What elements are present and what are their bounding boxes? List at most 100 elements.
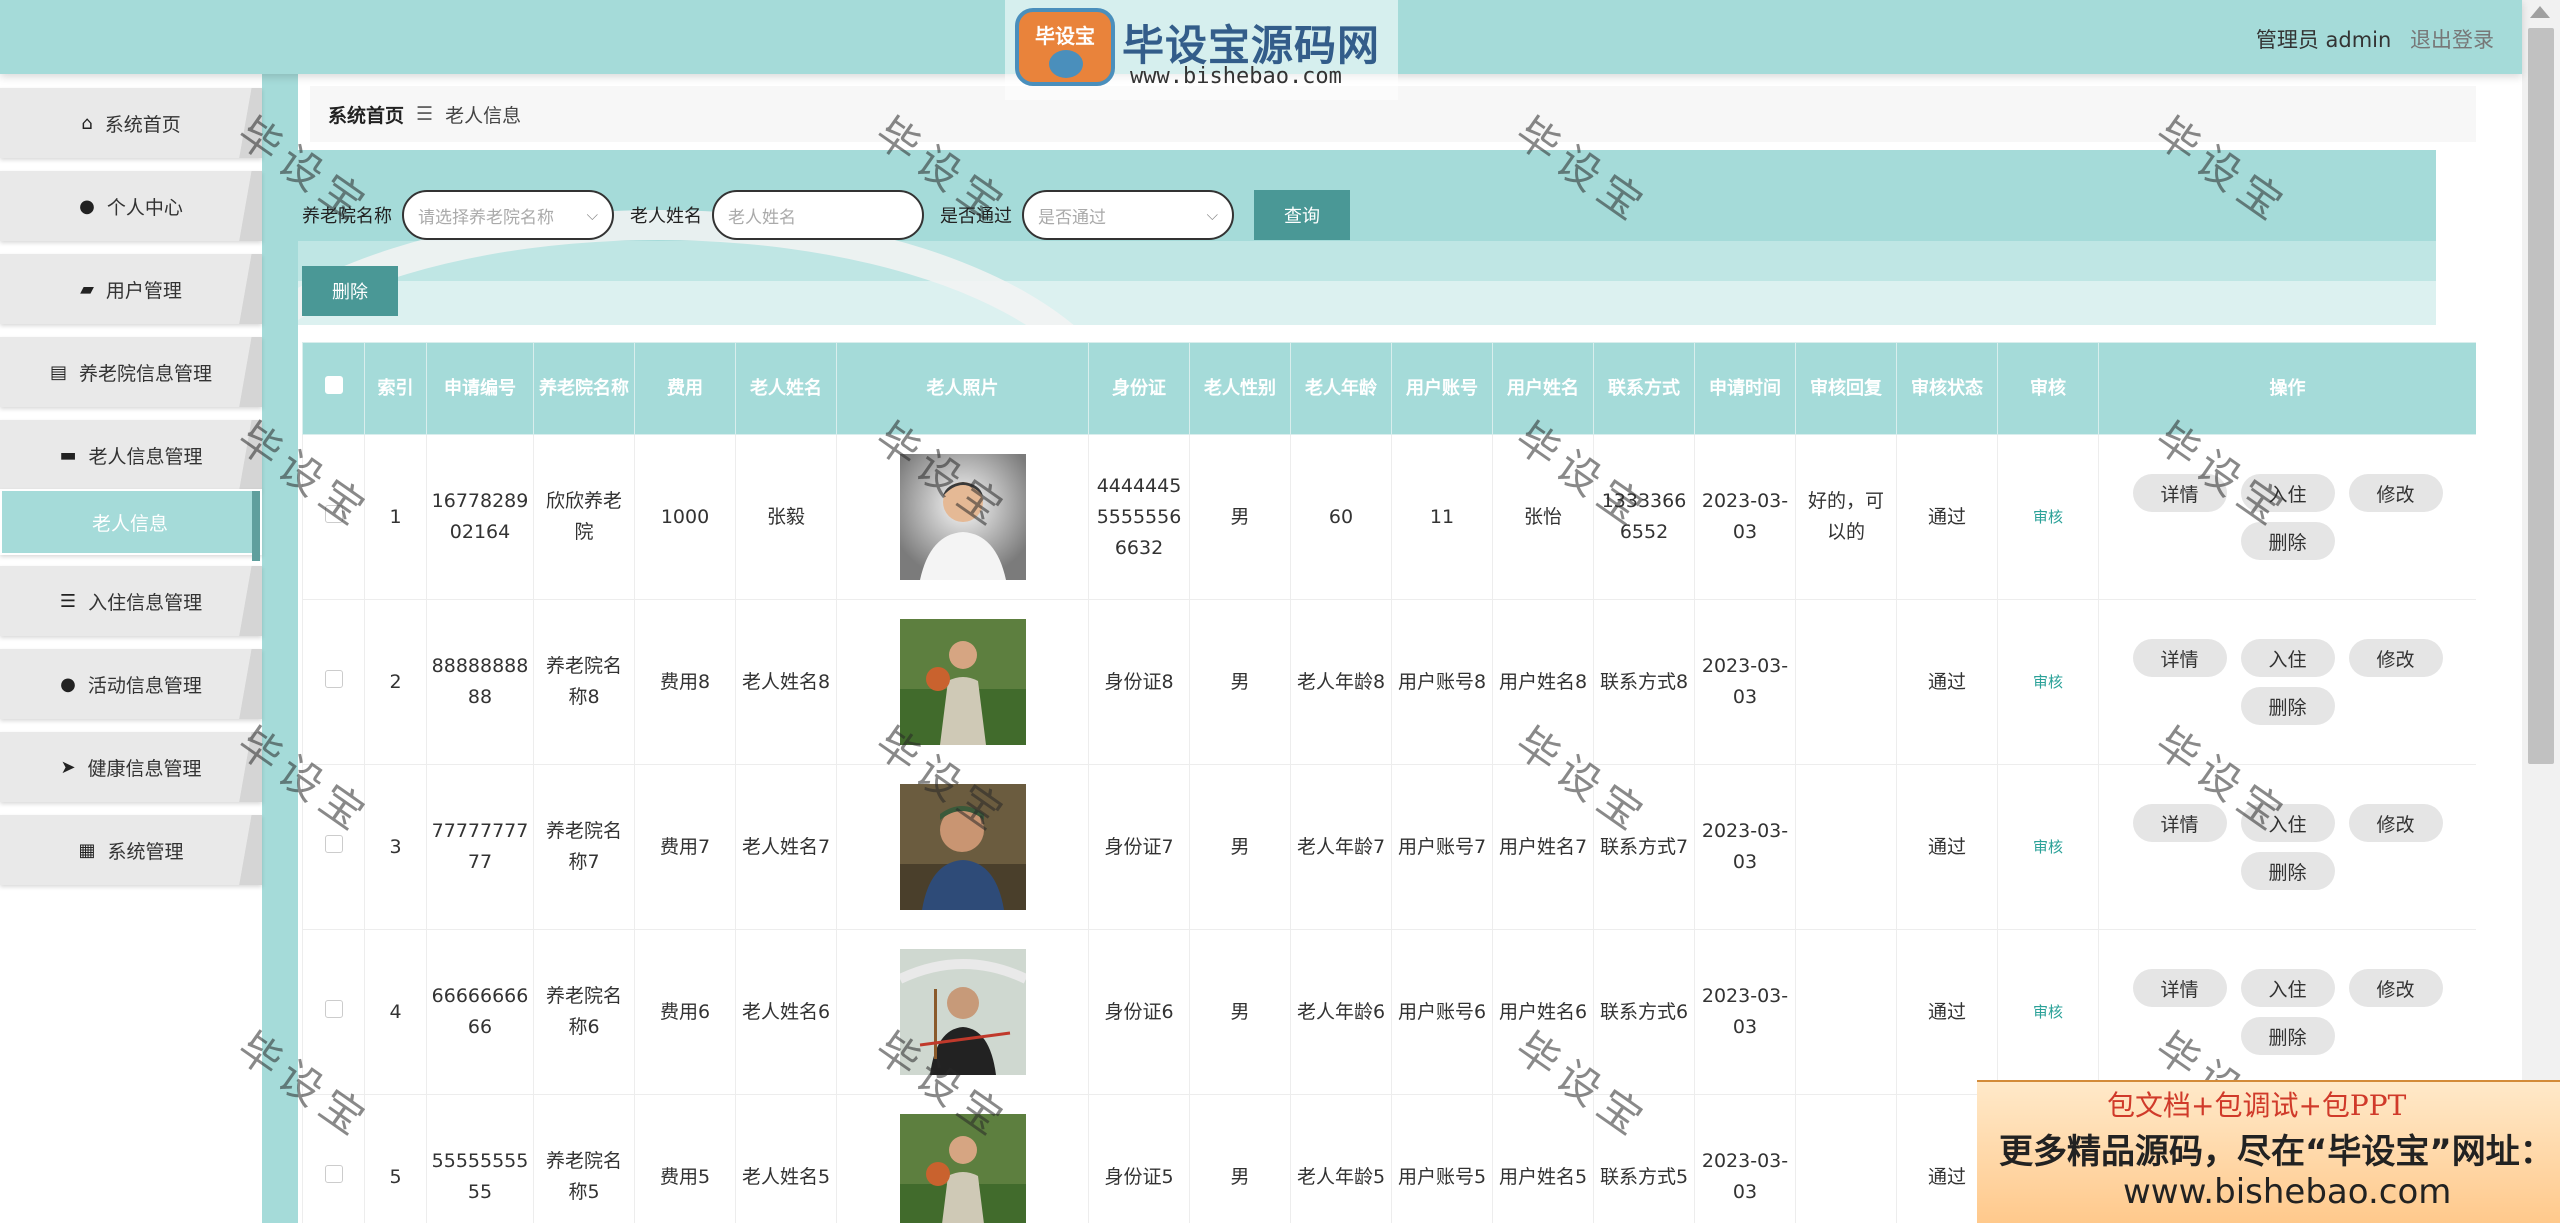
application-no-cell: 7777777777 bbox=[426, 764, 534, 930]
user-icon: ● bbox=[79, 195, 95, 217]
elder-photo-cell bbox=[836, 929, 1089, 1095]
audit-cell: 审核 bbox=[1997, 929, 2099, 1095]
application-no-cell: 5555555555 bbox=[426, 1094, 534, 1223]
elder-photo bbox=[899, 1114, 1026, 1223]
delete-button[interactable]: 删除 bbox=[2240, 1017, 2335, 1055]
elder-photo bbox=[899, 949, 1026, 1075]
scroll-thumb[interactable] bbox=[2528, 28, 2554, 764]
review-reply-cell bbox=[1795, 764, 1897, 930]
sidebar-item-elders[interactable]: ▬ 老人信息管理 bbox=[0, 420, 262, 490]
promo-url: www.bishebao.com bbox=[2123, 1172, 2452, 1212]
logout-link[interactable]: 退出登录 bbox=[2410, 28, 2494, 52]
user-icon: ● bbox=[60, 673, 76, 695]
elder-photo bbox=[899, 454, 1026, 580]
age-cell: 60 bbox=[1290, 434, 1392, 600]
apply-time-cell: 2023-03-03 bbox=[1694, 764, 1796, 930]
age-cell: 老人年龄8 bbox=[1290, 599, 1392, 765]
audit-link[interactable]: 审核 bbox=[2033, 673, 2063, 691]
row-checkbox[interactable] bbox=[324, 834, 343, 853]
query-button[interactable]: 查询 bbox=[1254, 190, 1350, 240]
header-cell: 身份证 bbox=[1088, 342, 1190, 435]
elder-photo bbox=[899, 784, 1026, 910]
edit-button[interactable]: 修改 bbox=[2348, 804, 2443, 842]
sidebar-item-home[interactable]: ⌂ 系统首页 bbox=[0, 88, 262, 158]
checkin-button[interactable]: 入住 bbox=[2240, 474, 2335, 512]
id-card-cell: 444444555555566632 bbox=[1088, 434, 1190, 600]
table-row: 1 1677828902164 欣欣养老院 1000 张毅 444444555555566… bbox=[302, 434, 2476, 600]
batch-delete-button[interactable]: 删除 bbox=[302, 266, 398, 316]
detail-button[interactable]: 详情 bbox=[2132, 639, 2227, 677]
id-card-cell: 身份证7 bbox=[1088, 764, 1190, 930]
edit-button[interactable]: 修改 bbox=[2348, 474, 2443, 512]
apply-time-cell: 2023-03-03 bbox=[1694, 599, 1796, 765]
review-reply-cell: 好的，可以的 bbox=[1795, 434, 1897, 600]
table-row: 2 8888888888 养老院名称8 费用8 老人姓名8 身份证8 男老人年龄8 用户账号8… bbox=[302, 599, 2476, 765]
select-all-checkbox[interactable] bbox=[324, 375, 343, 394]
edit-button[interactable]: 修改 bbox=[2348, 969, 2443, 1007]
index-cell: 1 bbox=[364, 434, 427, 600]
checkin-button[interactable]: 入住 bbox=[2240, 639, 2335, 677]
breadcrumb-home[interactable]: 系统首页 bbox=[328, 101, 404, 128]
scroll-up-arrow-icon[interactable] bbox=[2530, 6, 2550, 18]
sidebar-item-nursing-homes[interactable]: ▤ 养老院信息管理 bbox=[0, 337, 262, 407]
sidebar-rail bbox=[262, 74, 298, 1223]
checkin-button[interactable]: 入住 bbox=[2240, 804, 2335, 842]
row-actions: 详情入住修改删除 bbox=[2123, 474, 2453, 560]
header-cell: 养老院名称 bbox=[533, 342, 635, 435]
header-select-all[interactable] bbox=[302, 342, 365, 435]
sidebar-item-checkin[interactable]: ☰ 入住信息管理 bbox=[0, 566, 262, 636]
audit-link[interactable]: 审核 bbox=[2033, 508, 2063, 526]
nursing-home-select[interactable]: 请选择养老院名称 ⌵ bbox=[402, 190, 614, 240]
sidebar-subitem-elder-info[interactable]: 老人信息 bbox=[0, 489, 262, 561]
review-reply-cell bbox=[1795, 929, 1897, 1095]
row-select-cell[interactable] bbox=[302, 929, 365, 1095]
admin-name: 管理员 admin bbox=[2255, 28, 2392, 52]
audit-link[interactable]: 审核 bbox=[2033, 838, 2063, 856]
sidebar-item-system[interactable]: ▦ 系统管理 bbox=[0, 815, 262, 885]
promo-banner[interactable]: 包文档+包调试+包PPT 更多精品源码，尽在“毕设宝”网址： www.bishe… bbox=[1977, 1080, 2560, 1223]
sidebar-item-activities[interactable]: ● 活动信息管理 bbox=[0, 649, 262, 719]
row-checkbox[interactable] bbox=[324, 999, 343, 1018]
header-cell: 审核回复 bbox=[1795, 342, 1897, 435]
row-checkbox[interactable] bbox=[324, 1164, 343, 1183]
row-checkbox[interactable] bbox=[324, 669, 343, 688]
elder-name-placeholder: 老人姓名 bbox=[728, 207, 796, 228]
sidebar-item-profile[interactable]: ● 个人中心 bbox=[0, 171, 262, 241]
book-icon: ▬ bbox=[59, 444, 77, 466]
elder-name-input[interactable]: 老人姓名 bbox=[712, 190, 924, 240]
checkin-button[interactable]: 入住 bbox=[2240, 969, 2335, 1007]
review-status-cell: 通过 bbox=[1896, 929, 1998, 1095]
delete-button[interactable]: 删除 bbox=[2240, 852, 2335, 890]
user-name-cell: 用户姓名6 bbox=[1492, 929, 1594, 1095]
user-name-cell: 用户姓名5 bbox=[1492, 1094, 1594, 1223]
elder-name-cell: 老人姓名8 bbox=[735, 599, 837, 765]
table-row: 3 7777777777 养老院名称7 费用7 老人姓名7 身份证7 男老人年龄7 用户账号7… bbox=[302, 764, 2476, 930]
sidebar-item-label: 老人信息 bbox=[92, 512, 169, 535]
list-icon: ☰ bbox=[59, 590, 77, 612]
sidebar-item-health[interactable]: ➤ 健康信息管理 bbox=[0, 732, 262, 802]
row-select-cell[interactable] bbox=[302, 1094, 365, 1223]
audit-link[interactable]: 审核 bbox=[2033, 1003, 2063, 1021]
delete-button[interactable]: 删除 bbox=[2240, 522, 2335, 560]
sidebar-item-label: 个人中心 bbox=[106, 196, 183, 219]
edit-button[interactable]: 修改 bbox=[2348, 639, 2443, 677]
logo-badge-icon: 毕设宝 bbox=[1015, 8, 1115, 86]
row-select-cell[interactable] bbox=[302, 764, 365, 930]
approved-select[interactable]: 是否通过 ⌵ bbox=[1022, 190, 1234, 240]
nursing-home-cell: 养老院名称7 bbox=[533, 764, 635, 930]
row-checkbox[interactable] bbox=[324, 504, 343, 523]
detail-button[interactable]: 详情 bbox=[2132, 474, 2227, 512]
row-select-cell[interactable] bbox=[302, 599, 365, 765]
delete-button[interactable]: 删除 bbox=[2240, 687, 2335, 725]
account-cell: 用户账号7 bbox=[1391, 764, 1493, 930]
row-actions: 详情入住修改删除 bbox=[2123, 804, 2453, 890]
detail-button[interactable]: 详情 bbox=[2132, 969, 2227, 1007]
review-status-cell: 通过 bbox=[1896, 764, 1998, 930]
application-no-cell: 1677828902164 bbox=[426, 434, 534, 600]
index-cell: 3 bbox=[364, 764, 427, 930]
sidebar-item-users[interactable]: ▰ 用户管理 bbox=[0, 254, 262, 324]
contact-cell: 联系方式7 bbox=[1593, 764, 1695, 930]
detail-button[interactable]: 详情 bbox=[2132, 804, 2227, 842]
row-select-cell[interactable] bbox=[302, 434, 365, 600]
header-cell: 老人照片 bbox=[836, 342, 1089, 435]
